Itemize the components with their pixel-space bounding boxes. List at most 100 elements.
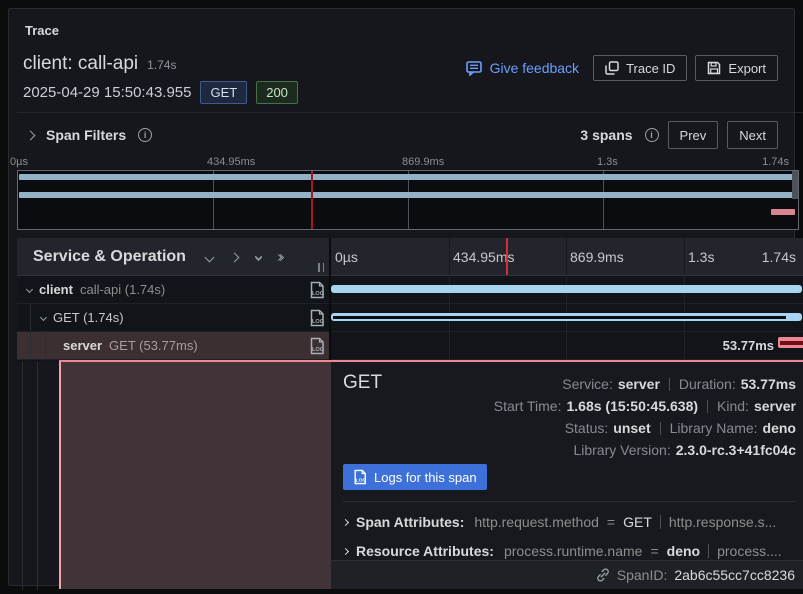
span-row-get-name[interactable]: GET (1.74s) xyxy=(17,304,329,331)
link-icon[interactable] xyxy=(596,568,610,582)
attribute-equals: = xyxy=(607,514,615,530)
collapse-one-icon[interactable] xyxy=(230,252,240,262)
detail-line: Start Time:1.68s (15:50:45.638)Kind:serv… xyxy=(494,395,796,417)
span-operation: GET (1.74s) xyxy=(53,310,124,325)
attribute-truncated: process.... xyxy=(717,543,782,559)
span-logs-icon[interactable]: LOG xyxy=(309,309,325,332)
span-detail-fields: Service:serverDuration:53.77ms Start Tim… xyxy=(494,373,796,461)
span-bar-inner xyxy=(780,341,803,345)
minimap-tick: 1.74s xyxy=(762,156,789,168)
svg-text:LOG: LOG xyxy=(312,347,324,353)
attribute-value: deno xyxy=(667,543,700,559)
chevron-down-icon[interactable] xyxy=(40,314,47,321)
span-logs-icon[interactable]: LOG xyxy=(309,281,325,304)
detail-line: Service:serverDuration:53.77ms xyxy=(494,373,796,395)
span-logs-icon[interactable]: LOG xyxy=(309,337,325,360)
field-value: 2.3.0-rc.3+41fc04c xyxy=(676,442,796,458)
field-value: deno xyxy=(763,420,796,436)
span-row-client: client call-api (1.74s) LOG xyxy=(17,276,803,304)
field-label: Duration: xyxy=(679,376,736,392)
header-divider xyxy=(17,112,803,113)
span-service: client xyxy=(39,282,73,297)
column-resize-handle[interactable] xyxy=(318,263,324,272)
span-row-get: GET (1.74s) LOG xyxy=(17,304,803,332)
service-operation-title: Service & Operation xyxy=(33,248,186,266)
ruler-divider xyxy=(449,238,450,275)
logs-for-span-button[interactable]: LOG Logs for this span xyxy=(343,464,487,490)
indent-guide xyxy=(37,362,38,590)
field-label: Status: xyxy=(565,420,609,436)
trace-duration: 1.74s xyxy=(147,58,176,72)
span-bar-server[interactable] xyxy=(778,337,803,348)
field-divider xyxy=(707,400,708,413)
trace-id-label: Trace ID xyxy=(626,61,675,76)
ruler-tick: 869.9ms xyxy=(570,249,624,265)
field-divider xyxy=(660,422,661,435)
span-id-value: 2ab6c55cc7cc8236 xyxy=(674,567,795,583)
span-id-footer: SpanID: 2ab6c55cc7cc8236 xyxy=(331,560,803,589)
service-operation-header: Service & Operation xyxy=(33,238,283,276)
logs-button-label: Logs for this span xyxy=(374,470,477,485)
header-actions: Give feedback Trace ID Export xyxy=(466,55,778,81)
span-row-server-name[interactable]: server GET (53.77ms) xyxy=(17,332,329,359)
span-detail-title: GET xyxy=(343,372,382,394)
ruler-divider xyxy=(566,238,567,275)
minimap-span-get xyxy=(19,192,796,198)
log-icon: LOG xyxy=(353,469,367,485)
attribute-truncated: http.response.s... xyxy=(669,514,776,530)
chevron-down-icon[interactable] xyxy=(26,286,33,293)
comment-icon xyxy=(466,61,483,76)
prev-span-button[interactable]: Prev xyxy=(668,121,719,149)
collapse-all-icon[interactable] xyxy=(279,255,283,260)
trace-name: client: call-api xyxy=(23,53,138,75)
timeline-header: Service & Operation 0µs 434.95ms 869.9ms… xyxy=(17,238,803,276)
svg-text:LOG: LOG xyxy=(312,319,324,325)
span-bar-self-time xyxy=(333,316,786,319)
field-value: server xyxy=(754,398,796,414)
svg-text:LOG: LOG xyxy=(356,477,367,483)
span-detail-panel: GET Service:serverDuration:53.77ms Start… xyxy=(331,362,803,589)
info-icon[interactable] xyxy=(645,128,659,142)
field-divider xyxy=(669,378,670,391)
svg-text:LOG: LOG xyxy=(312,291,324,297)
span-detail-left-panel xyxy=(59,362,331,589)
chevron-down-icon[interactable] xyxy=(205,252,215,262)
status-code-badge: 200 xyxy=(256,81,298,104)
ruler-tick: 1.74s xyxy=(762,249,796,265)
export-button[interactable]: Export xyxy=(695,55,778,81)
resource-attributes-row[interactable]: Resource Attributes: process.runtime.nam… xyxy=(343,540,800,562)
span-bar-client[interactable] xyxy=(331,285,802,293)
minimap-tick: 0µs xyxy=(10,156,28,168)
minimap-tick: 1.3s xyxy=(597,156,618,168)
minimap-scrubber-handle[interactable] xyxy=(792,171,798,199)
indent-guide xyxy=(22,362,23,590)
panel-title: Trace xyxy=(25,23,59,38)
ruler-divider xyxy=(684,238,685,275)
chevron-right-icon xyxy=(26,130,36,140)
span-filters-label: Span Filters xyxy=(46,127,126,143)
trace-meta-row: 2025-04-29 15:50:43.955 GET 200 xyxy=(23,81,298,104)
give-feedback-link[interactable]: Give feedback xyxy=(466,60,580,76)
detail-line: Status:unsetLibrary Name:deno xyxy=(494,417,796,439)
span-attributes-row[interactable]: Span Attributes: http.request.method = G… xyxy=(343,511,800,533)
chevron-right-icon xyxy=(343,547,349,554)
save-icon xyxy=(707,61,721,75)
detail-line: Library Version:2.3.0-rc.3+41fc04c xyxy=(494,439,796,461)
attribute-divider xyxy=(660,515,661,529)
minimap-tick: 869.9ms xyxy=(402,156,444,168)
minimap-tick: 434.95ms xyxy=(207,156,255,168)
trace-minimap[interactable] xyxy=(17,170,799,230)
field-label: Library Name: xyxy=(670,420,758,436)
expand-all-icon[interactable] xyxy=(256,254,261,260)
trace-name-row: client: call-api 1.74s xyxy=(23,53,176,75)
attribute-equals: = xyxy=(650,543,658,559)
span-row-client-name[interactable]: client call-api (1.74s) xyxy=(17,276,329,303)
give-feedback-label: Give feedback xyxy=(490,60,580,76)
info-icon[interactable] xyxy=(138,128,152,142)
next-span-button[interactable]: Next xyxy=(727,121,778,149)
export-label: Export xyxy=(728,61,766,76)
trace-id-button[interactable]: Trace ID xyxy=(593,55,687,81)
span-attributes-label: Span Attributes: xyxy=(356,514,464,530)
span-bar-get[interactable] xyxy=(331,313,802,321)
span-filters-toggle[interactable]: Span Filters xyxy=(27,121,152,149)
